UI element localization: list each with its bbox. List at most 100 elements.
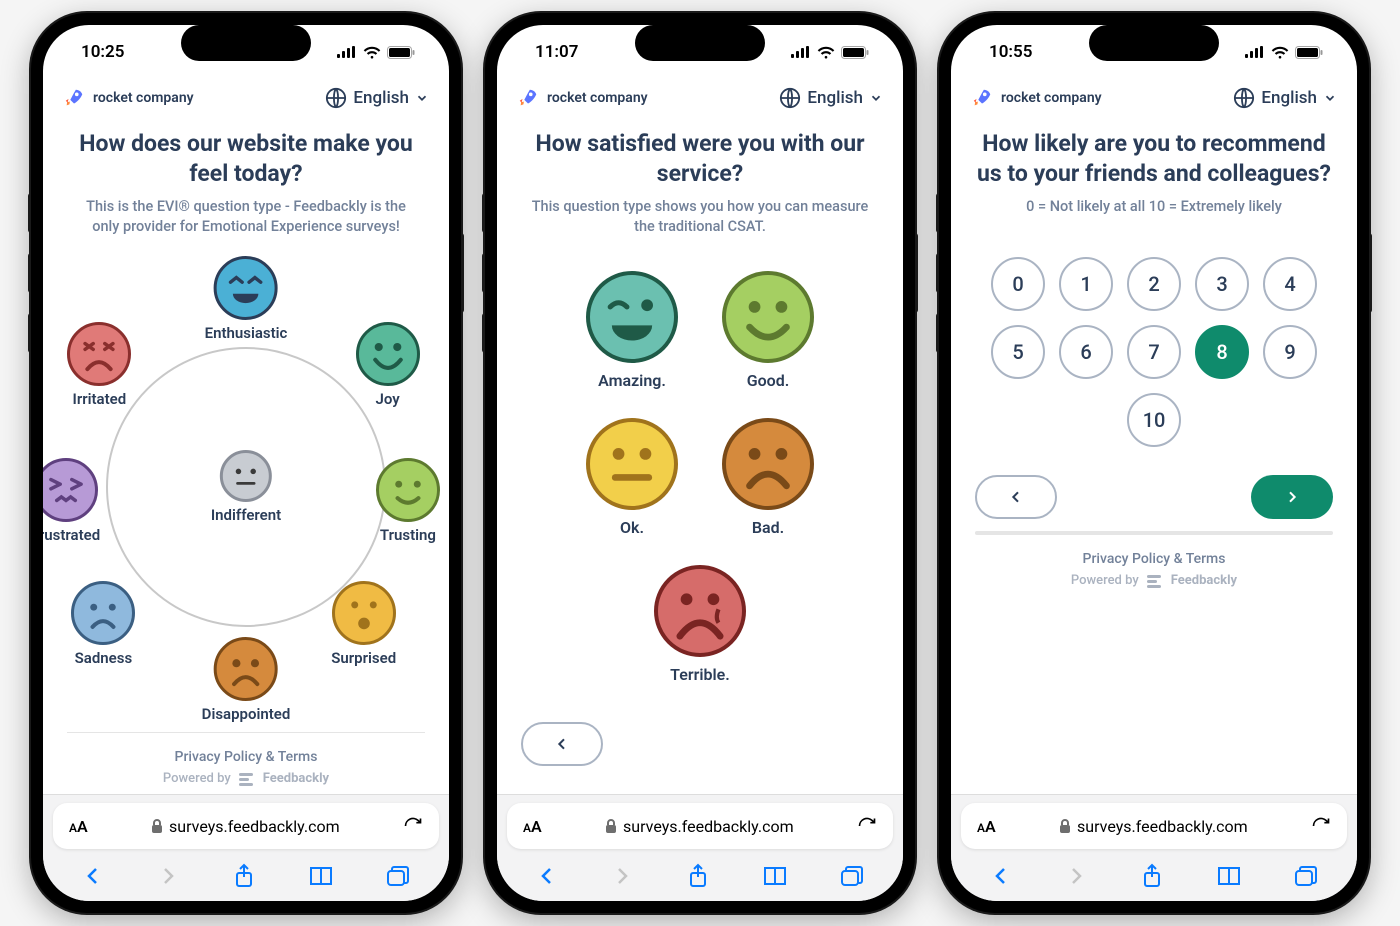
rocket-icon: [517, 87, 539, 109]
share-icon[interactable]: [232, 863, 256, 889]
emotion-enthusiastic[interactable]: Enthusiastic: [205, 256, 288, 342]
emotion-label: Frustrated: [43, 526, 100, 544]
text-size-button[interactable]: AA: [69, 817, 88, 836]
cellular-icon: [791, 46, 811, 58]
privacy-link[interactable]: Privacy Policy & Terms: [43, 733, 449, 771]
language-selector[interactable]: English: [325, 87, 429, 109]
globe-icon: [1233, 87, 1255, 109]
nps-option-7[interactable]: 7: [1127, 325, 1181, 379]
share-icon[interactable]: [686, 863, 710, 889]
lock-icon: [151, 819, 163, 833]
emotion-label: Indifferent: [211, 506, 281, 524]
face-good-icon: [722, 271, 814, 363]
emotion-trusting[interactable]: Trusting: [376, 458, 440, 544]
powered-prefix: Powered by: [163, 771, 231, 786]
url-bar[interactable]: AA surveys.feedbackly.com: [53, 803, 439, 849]
safari-chrome: AA surveys.feedbackly.com: [951, 794, 1357, 901]
emotion-indifferent[interactable]: Indifferent: [211, 450, 281, 524]
nps-option-2[interactable]: 2: [1127, 257, 1181, 311]
face-bad-icon: [722, 418, 814, 510]
nps-option-4[interactable]: 4: [1263, 257, 1317, 311]
notch: [1089, 25, 1219, 61]
privacy-link[interactable]: Privacy Policy & Terms: [497, 778, 903, 794]
screen: 10:55 rocket company English How likely: [951, 25, 1357, 901]
back-button[interactable]: [975, 475, 1057, 519]
emotion-frustrated[interactable]: Frustrated: [43, 458, 100, 544]
battery-icon: [387, 46, 415, 59]
face-ok-icon: [586, 418, 678, 510]
globe-icon: [779, 87, 801, 109]
csat-bad[interactable]: Bad.: [722, 418, 814, 537]
bookmarks-icon[interactable]: [762, 864, 788, 888]
face-sadness-icon: [71, 581, 135, 645]
clock: 10:25: [81, 42, 124, 62]
refresh-icon[interactable]: [857, 816, 877, 836]
nps-option-9[interactable]: 9: [1263, 325, 1317, 379]
url-bar[interactable]: AA surveys.feedbackly.com: [961, 803, 1347, 849]
rocket-icon: [63, 87, 85, 109]
bookmarks-icon[interactable]: [308, 864, 334, 888]
back-button[interactable]: [521, 722, 603, 766]
nps-option-6[interactable]: 6: [1059, 325, 1113, 379]
chevron-left-icon: [1008, 489, 1024, 505]
url-bar[interactable]: AA surveys.feedbackly.com: [507, 803, 893, 849]
chevron-left-icon: [554, 736, 570, 752]
csat-terrible[interactable]: Terrible.: [654, 565, 746, 684]
face-indifferent-icon: [220, 450, 272, 502]
emotion-surprised[interactable]: Surprised: [331, 581, 396, 667]
csat-good[interactable]: Good.: [722, 271, 814, 390]
face-trusting-icon: [376, 458, 440, 522]
brand: rocket company: [517, 87, 648, 109]
back-icon[interactable]: [989, 864, 1013, 888]
bookmarks-icon[interactable]: [1216, 864, 1242, 888]
tabs-icon[interactable]: [385, 864, 411, 888]
language-selector[interactable]: English: [1233, 87, 1337, 109]
forward-icon: [610, 864, 634, 888]
face-surprised-icon: [332, 581, 396, 645]
text-size-button[interactable]: AA: [977, 817, 996, 836]
face-disappointed-icon: [214, 637, 278, 701]
privacy-link[interactable]: Privacy Policy & Terms: [951, 535, 1357, 573]
nav-row: [951, 467, 1357, 525]
survey-header: rocket company English: [43, 79, 449, 123]
url-display: surveys.feedbackly.com: [151, 817, 340, 836]
emotion-sadness[interactable]: Sadness: [71, 581, 135, 667]
emotion-joy[interactable]: Joy: [356, 322, 420, 408]
brand-name: rocket company: [547, 90, 648, 106]
csat-ok[interactable]: Ok.: [586, 418, 678, 537]
safari-toolbar: [43, 857, 449, 901]
safari-toolbar: [951, 857, 1357, 901]
chevron-down-icon: [1323, 91, 1337, 105]
csat-amazing[interactable]: Amazing.: [586, 271, 678, 390]
survey-content: rocket company English How satisfied wer…: [497, 79, 903, 794]
text-size-button[interactable]: AA: [523, 817, 542, 836]
refresh-icon[interactable]: [1311, 816, 1331, 836]
emotion-label: Joy: [376, 390, 400, 408]
chevron-down-icon: [415, 91, 429, 105]
nps-option-8[interactable]: 8: [1195, 325, 1249, 379]
csat-label: Ok.: [620, 518, 644, 537]
refresh-icon[interactable]: [403, 816, 423, 836]
share-icon[interactable]: [1140, 863, 1164, 889]
nps-option-5[interactable]: 5: [991, 325, 1045, 379]
csat-label: Bad.: [752, 518, 784, 537]
back-icon[interactable]: [81, 864, 105, 888]
back-icon[interactable]: [535, 864, 559, 888]
cellular-icon: [337, 46, 357, 58]
tabs-icon[interactable]: [1293, 864, 1319, 888]
emotion-disappointed[interactable]: Disappointed: [202, 637, 291, 723]
nps-option-10[interactable]: 10: [1127, 393, 1181, 447]
next-button[interactable]: [1251, 475, 1333, 519]
language-selector[interactable]: English: [779, 87, 883, 109]
nps-scale: 01234 56789 10: [951, 231, 1357, 467]
emotion-label: Sadness: [75, 649, 133, 667]
url-text: surveys.feedbackly.com: [1077, 817, 1248, 836]
question-title: How does our website make you feel today…: [43, 123, 449, 197]
nps-option-3[interactable]: 3: [1195, 257, 1249, 311]
nps-option-1[interactable]: 1: [1059, 257, 1113, 311]
emotion-irritated[interactable]: Irritated: [67, 322, 131, 408]
wifi-icon: [363, 46, 381, 59]
tabs-icon[interactable]: [839, 864, 865, 888]
nps-option-0[interactable]: 0: [991, 257, 1045, 311]
question-subtitle: This is the EVI® question type - Feedbac…: [43, 197, 449, 252]
